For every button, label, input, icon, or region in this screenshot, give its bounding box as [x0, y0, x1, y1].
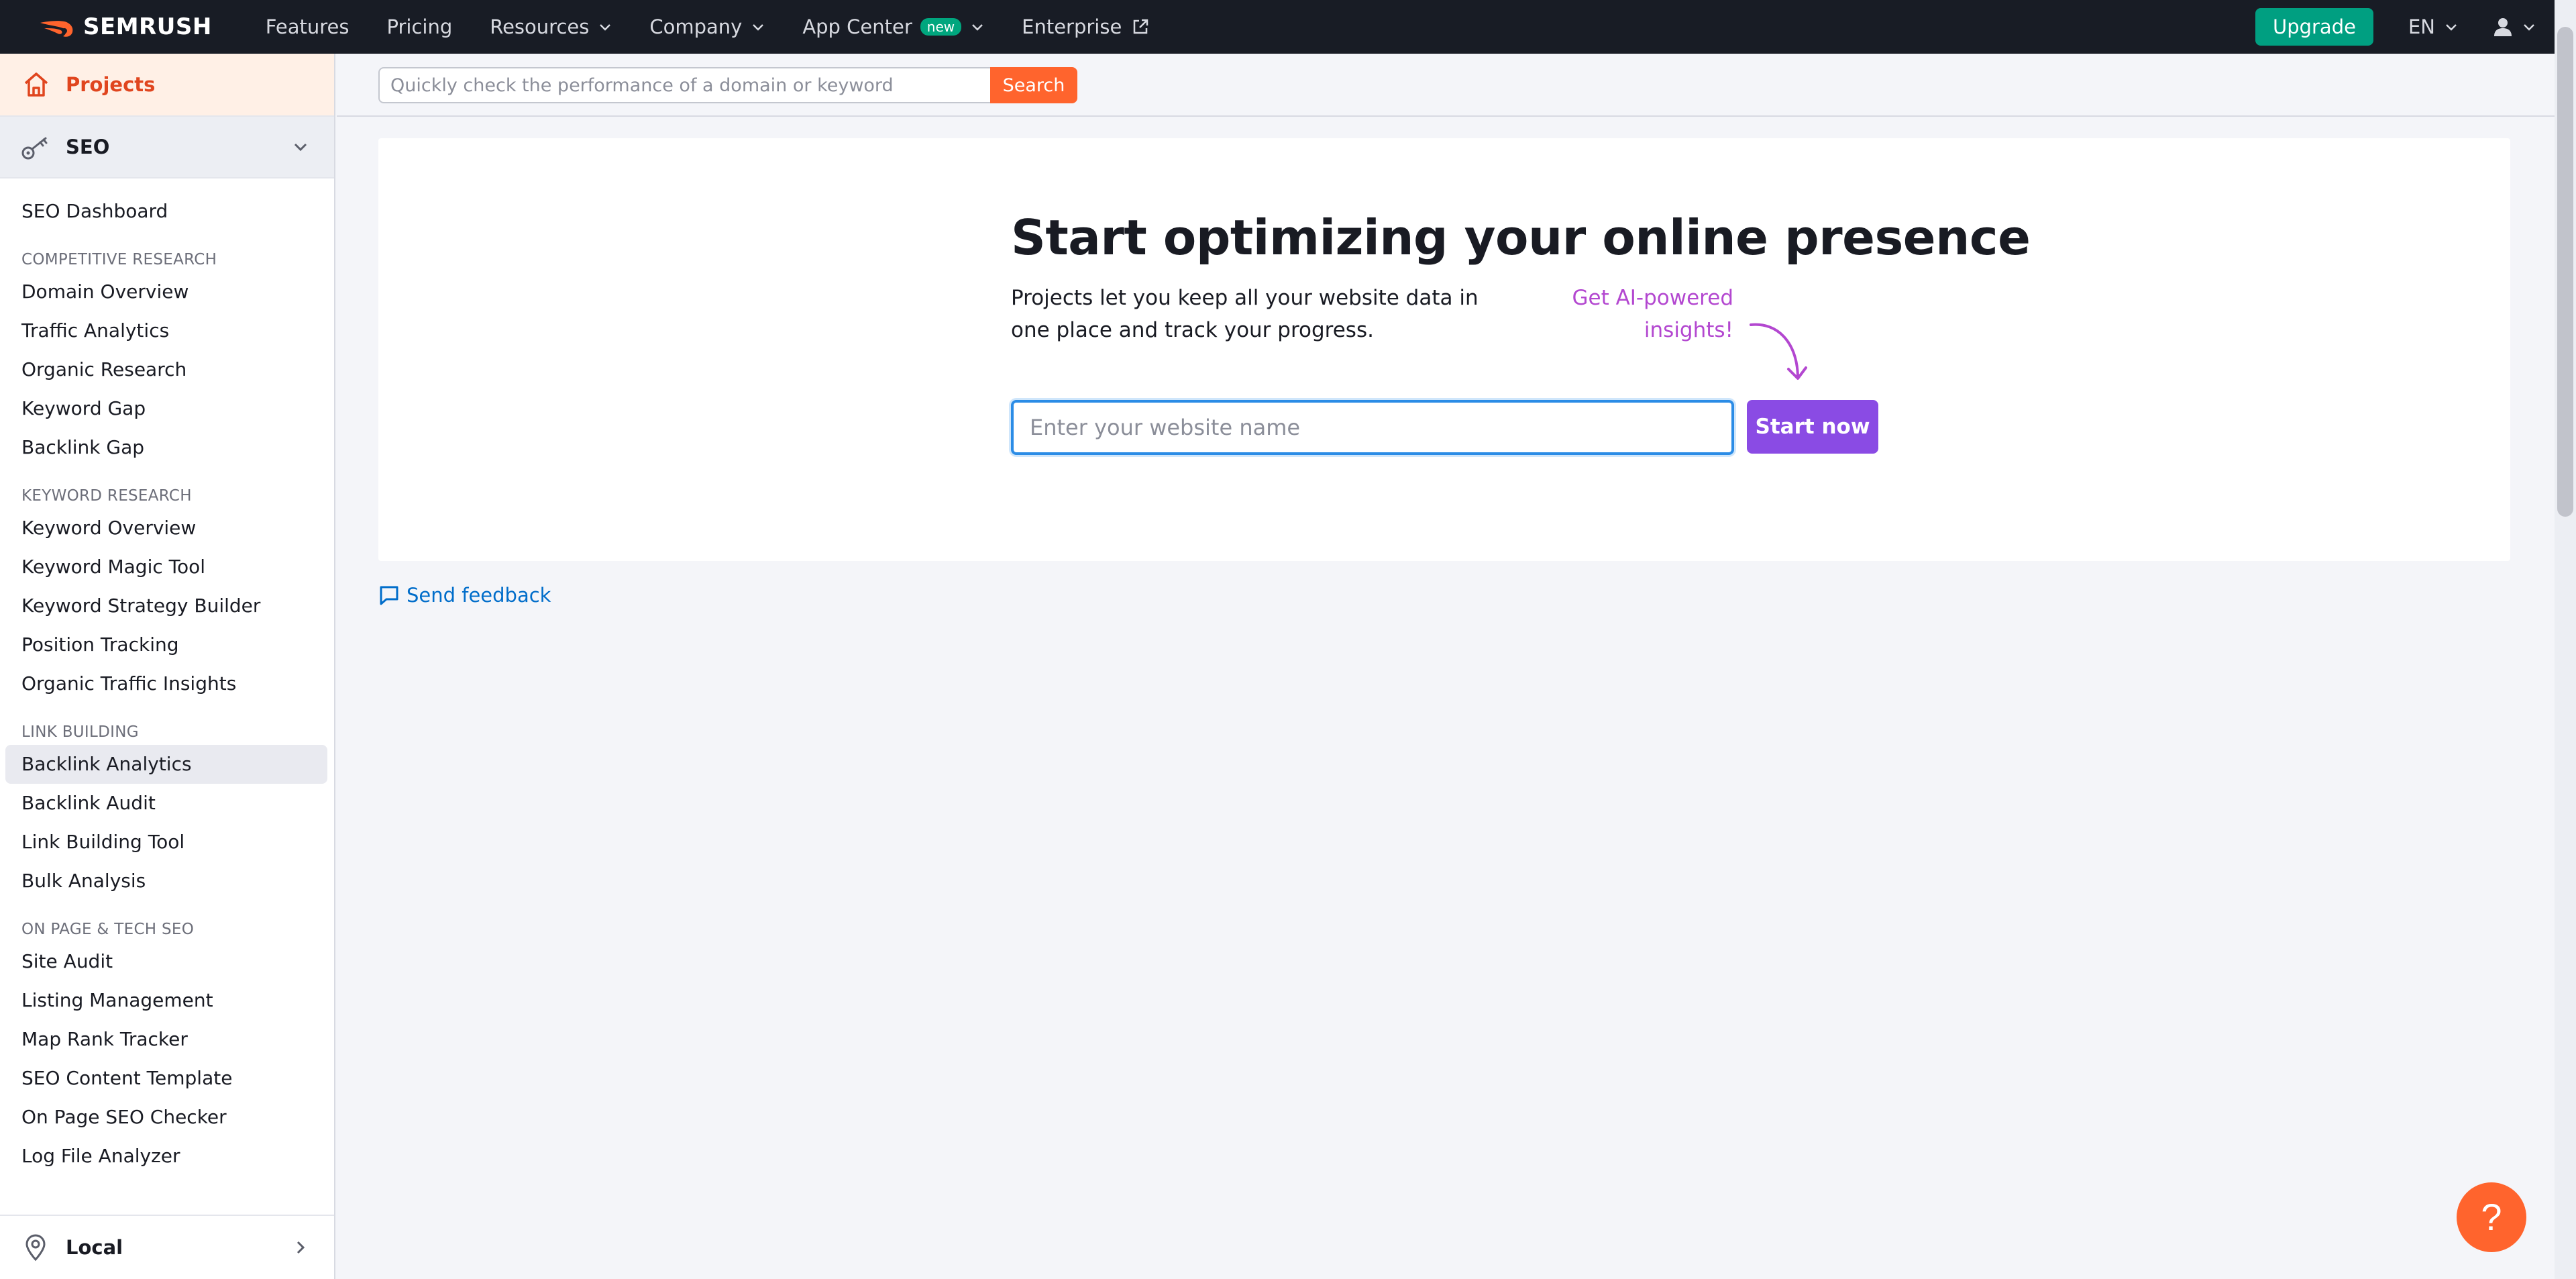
- send-feedback-label: Send feedback: [407, 584, 551, 607]
- sidebar-item-listing-management[interactable]: Listing Management: [5, 981, 327, 1020]
- semrush-logo[interactable]: SEMRUSH: [38, 0, 212, 54]
- semrush-flame-icon: [40, 21, 73, 37]
- help-button[interactable]: ?: [2457, 1182, 2526, 1252]
- language-label: EN: [2408, 15, 2435, 38]
- hero-description: Projects let you keep all your website d…: [1011, 286, 1479, 342]
- ai-insights-hint: Get AI-powered insights!: [1572, 286, 1733, 342]
- seo-label: SEO: [66, 136, 110, 158]
- website-name-input[interactable]: [1011, 400, 1734, 455]
- sidebar-group-title: ON PAGE & TECH SEO: [21, 921, 195, 938]
- upgrade-button[interactable]: Upgrade: [2255, 8, 2373, 46]
- sidebar-item-keyword-gap[interactable]: Keyword Gap: [5, 389, 327, 428]
- nav-enterprise[interactable]: Enterprise: [1022, 15, 1150, 38]
- sidebar-item-log-file-analyzer[interactable]: Log File Analyzer: [5, 1137, 327, 1176]
- send-feedback-link[interactable]: Send feedback: [378, 584, 551, 607]
- nav-company[interactable]: Company: [649, 15, 765, 38]
- chevron-down-icon: [972, 24, 983, 31]
- projects-label: Projects: [66, 73, 156, 96]
- nav-features-label: Features: [265, 15, 350, 38]
- sidebar-item-keyword-magic-tool[interactable]: Keyword Magic Tool: [5, 548, 327, 586]
- nav-features[interactable]: Features: [266, 15, 350, 38]
- sidebar-item-keyword-strategy-builder[interactable]: Keyword Strategy Builder: [5, 586, 327, 625]
- chevron-down-icon: [294, 143, 307, 152]
- sidebar-item-seo-dashboard[interactable]: SEO Dashboard: [5, 192, 327, 231]
- user-icon: [2494, 18, 2512, 36]
- sidebar-item-backlink-audit[interactable]: Backlink Audit: [5, 784, 327, 823]
- user-menu[interactable]: [2493, 17, 2536, 37]
- sidebar-item-keyword-overview[interactable]: Keyword Overview: [5, 509, 327, 548]
- curved-arrow-icon: [1750, 323, 1807, 380]
- sidebar-item-seo-content-template[interactable]: SEO Content Template: [5, 1059, 327, 1098]
- sidebar-group-title: KEYWORD RESEARCH: [21, 487, 192, 505]
- sidebar-item-projects[interactable]: Projects: [0, 54, 334, 117]
- sidebar-group-title: LINK BUILDING: [21, 723, 139, 741]
- sidebar-item-site-audit[interactable]: Site Audit: [5, 942, 327, 981]
- sidebar-item-organic-research[interactable]: Organic Research: [5, 350, 327, 389]
- top-navigation: SEMRUSH Features Pricing Resources Compa…: [0, 0, 2576, 54]
- nav-resources-label: Resources: [490, 15, 590, 38]
- sidebar-section-seo[interactable]: SEO: [0, 117, 334, 178]
- nav-app-center[interactable]: App Center new: [802, 15, 984, 38]
- chevron-down-icon: [2446, 24, 2457, 31]
- sidebar-item-organic-traffic-insights[interactable]: Organic Traffic Insights: [5, 664, 327, 703]
- sidebar-item-on-page-seo-checker[interactable]: On Page SEO Checker: [5, 1098, 327, 1137]
- home-icon: [24, 72, 48, 97]
- chevron-down-icon: [600, 24, 611, 31]
- nav-enterprise-label: Enterprise: [1022, 15, 1122, 38]
- sidebar-section-local[interactable]: Local: [0, 1215, 334, 1279]
- help-question-icon: ?: [2481, 1196, 2502, 1238]
- new-badge: new: [920, 18, 962, 36]
- sidebar: Projects SEO SEO Dashboard COMPETITIVE R…: [0, 54, 335, 1279]
- nav-company-label: Company: [649, 15, 743, 38]
- start-now-button[interactable]: Start now: [1747, 400, 1878, 454]
- language-selector[interactable]: EN: [2408, 15, 2458, 38]
- chevron-down-icon: [753, 24, 764, 31]
- sidebar-item-traffic-analytics[interactable]: Traffic Analytics: [5, 311, 327, 350]
- sidebar-item-backlink-analytics[interactable]: Backlink Analytics: [5, 745, 327, 784]
- sidebar-item-map-rank-tracker[interactable]: Map Rank Tracker: [5, 1020, 327, 1059]
- sidebar-item-bulk-analysis[interactable]: Bulk Analysis: [5, 862, 327, 901]
- feedback-chat-icon: [380, 586, 398, 605]
- nav-pricing[interactable]: Pricing: [386, 15, 452, 38]
- seo-key-icon: [21, 137, 48, 160]
- scrollbar-thumb[interactable]: [2557, 27, 2573, 517]
- nav-resources[interactable]: Resources: [490, 15, 612, 38]
- quick-search-input[interactable]: [378, 67, 991, 103]
- sidebar-item-position-tracking[interactable]: Position Tracking: [5, 625, 327, 664]
- chevron-down-icon: [2524, 24, 2534, 31]
- sidebar-item-domain-overview[interactable]: Domain Overview: [5, 272, 327, 311]
- sidebar-item-backlink-gap[interactable]: Backlink Gap: [5, 428, 327, 467]
- sidebar-item-link-building-tool[interactable]: Link Building Tool: [5, 823, 327, 862]
- brand-name: SEMRUSH: [83, 13, 212, 40]
- page-scrollbar[interactable]: [2555, 0, 2576, 1279]
- search-button[interactable]: Search: [990, 67, 1077, 103]
- page-title: Start optimizing your online presence: [1011, 209, 2031, 266]
- nav-app-center-label: App Center: [802, 15, 912, 38]
- quick-search-bar: Search: [337, 54, 2555, 117]
- projects-onboarding-card: Start optimizing your online presence Pr…: [378, 138, 2510, 561]
- nav-pricing-label: Pricing: [386, 15, 453, 38]
- local-label: Local: [66, 1236, 123, 1259]
- external-link-icon: [1134, 19, 1148, 34]
- sidebar-group-title: COMPETITIVE RESEARCH: [21, 251, 217, 268]
- chevron-right-icon: [297, 1241, 305, 1254]
- location-pin-icon: [25, 1234, 46, 1262]
